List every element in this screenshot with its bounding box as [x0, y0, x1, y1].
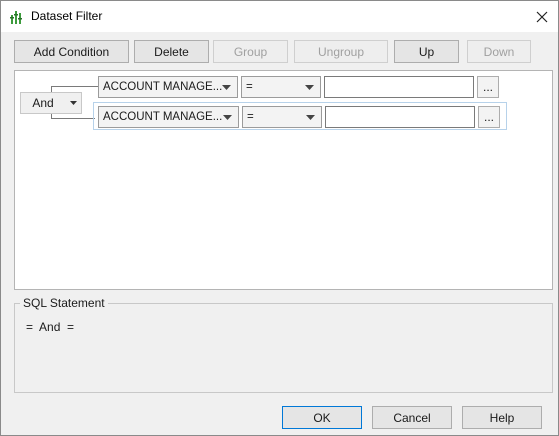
- triangle-down-icon: [298, 77, 320, 97]
- triangle-down-icon: [299, 107, 321, 127]
- browse-value-button[interactable]: ...: [478, 106, 500, 128]
- cancel-button[interactable]: Cancel: [372, 406, 452, 429]
- chevron-down-icon: [65, 101, 81, 105]
- condition-tree[interactable]: And ACCOUNT MANAGE... = ... ACCOUNT MANA…: [14, 70, 553, 290]
- help-button[interactable]: Help: [462, 406, 542, 429]
- connector-line: [51, 86, 99, 87]
- down-button[interactable]: Down: [467, 40, 531, 63]
- sql-statement-group: SQL Statement = And =: [14, 296, 553, 393]
- logic-operator-dropdown[interactable]: And: [20, 92, 82, 114]
- group-button[interactable]: Group: [213, 40, 288, 63]
- filter-bars-icon: [10, 9, 24, 25]
- value-input[interactable]: [325, 106, 475, 128]
- ok-button[interactable]: OK: [282, 406, 362, 429]
- ungroup-button[interactable]: Ungroup: [294, 40, 388, 63]
- sql-statement-label: SQL Statement: [20, 296, 108, 310]
- condition-row[interactable]: ACCOUNT MANAGE... = ...: [97, 73, 507, 101]
- title-bar: Dataset Filter: [1, 1, 558, 32]
- logic-operator-label: And: [32, 96, 54, 110]
- operator-select-value: =: [246, 81, 253, 93]
- close-button[interactable]: [526, 1, 558, 32]
- triangle-down-icon: [215, 77, 237, 97]
- dataset-filter-dialog: Dataset Filter Add Condition Delete Grou…: [0, 0, 559, 436]
- close-icon: [536, 11, 548, 22]
- delete-button[interactable]: Delete: [134, 40, 209, 63]
- operator-select[interactable]: =: [242, 106, 322, 128]
- triangle-down-icon: [216, 107, 238, 127]
- connector-line: [51, 118, 95, 119]
- add-condition-button[interactable]: Add Condition: [14, 40, 129, 63]
- value-input[interactable]: [324, 76, 474, 98]
- field-select[interactable]: ACCOUNT MANAGE...: [98, 76, 238, 98]
- sql-statement-text: = And =: [26, 320, 75, 334]
- operator-select[interactable]: =: [241, 76, 321, 98]
- up-button[interactable]: Up: [394, 40, 459, 63]
- operator-select-value: =: [247, 111, 254, 123]
- field-select-value: ACCOUNT MANAGE...: [103, 81, 223, 93]
- condition-row[interactable]: ACCOUNT MANAGE... = ...: [93, 102, 507, 130]
- field-select-value: ACCOUNT MANAGE...: [103, 111, 223, 123]
- field-select[interactable]: ACCOUNT MANAGE...: [98, 106, 239, 128]
- browse-value-button[interactable]: ...: [477, 76, 499, 98]
- dialog-title: Dataset Filter: [31, 9, 103, 23]
